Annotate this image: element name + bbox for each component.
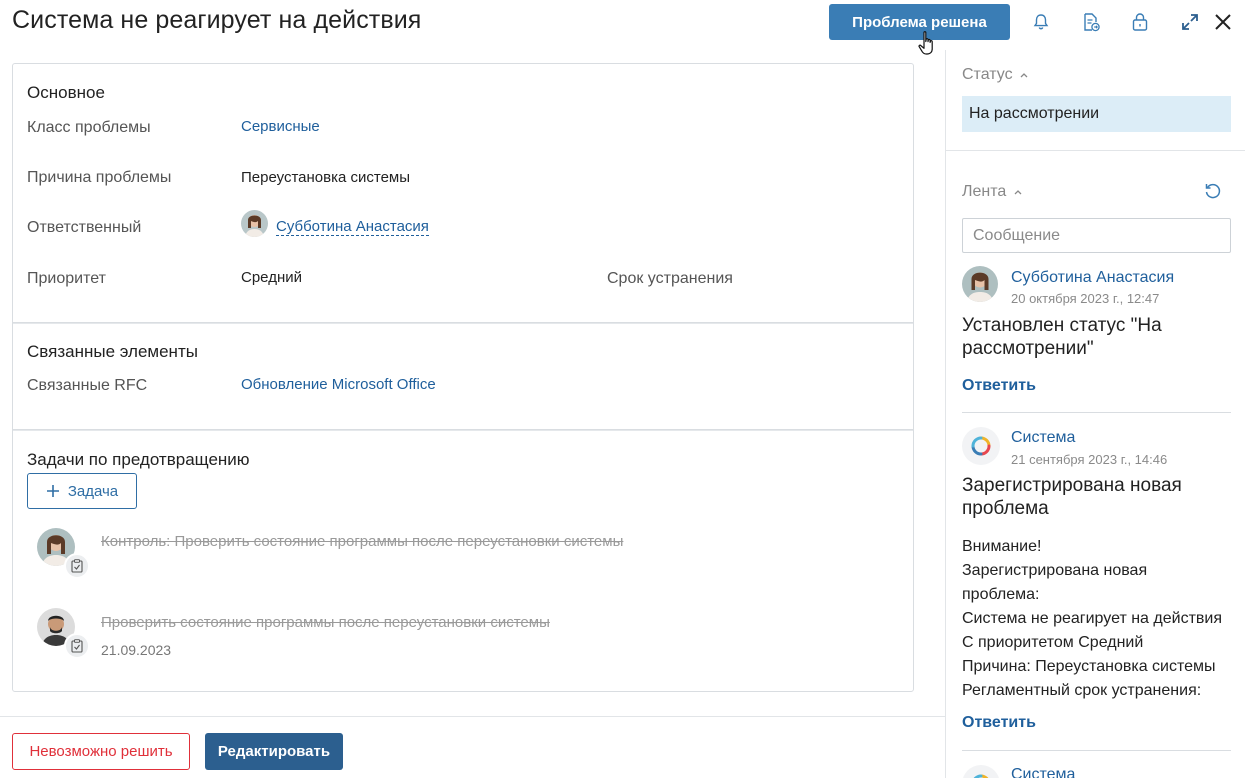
reply-button[interactable]: Ответить [962, 714, 1036, 732]
message-input[interactable] [962, 218, 1231, 253]
chevron-up-icon [1014, 190, 1022, 195]
feed-author-link[interactable]: Субботина Анастасия [1011, 269, 1174, 287]
page-title: Система не реагирует на действия [12, 6, 422, 34]
feed-body-line: Внимание! [962, 538, 1042, 555]
export-document-icon[interactable] [1080, 11, 1102, 33]
expand-icon[interactable] [1179, 11, 1201, 33]
clipboard-check-icon [71, 559, 83, 573]
priority-value: Средний [241, 269, 302, 286]
feed-body-line: Регламентный срок устранения: [962, 682, 1202, 699]
avatar [241, 210, 268, 237]
feed-title: Зарегистрирована новая проблема [962, 475, 1182, 519]
feed-body-line: проблема: [962, 586, 1040, 603]
feed-timestamp: 21 сентября 2023 г., 14:46 [1011, 452, 1168, 467]
refresh-icon[interactable] [1203, 181, 1223, 201]
task-title-link[interactable]: Контроль: Проверить состояние программы … [101, 533, 623, 550]
cannot-solve-button[interactable]: Невозможно решить [12, 733, 190, 770]
feed-heading-label: Лента [962, 183, 1007, 200]
chevron-up-icon [1020, 73, 1028, 78]
bell-icon[interactable] [1030, 11, 1052, 33]
feed-author-link[interactable]: Система [1011, 766, 1075, 778]
problem-details-panel: Основное Класс проблемы Сервисные Причин… [12, 63, 914, 692]
edit-button[interactable]: Редактировать [205, 733, 343, 770]
prevention-section-title: Задачи по предотвращению [27, 450, 250, 469]
feed-timestamp: 20 октября 2023 г., 12:47 [1011, 291, 1160, 306]
system-logo-icon [962, 427, 1000, 465]
related-section-title: Связанные элементы [27, 342, 198, 361]
responsible-label: Ответственный [27, 219, 142, 236]
status-value[interactable]: На рассмотрении [962, 96, 1231, 132]
clipboard-check-icon [71, 639, 83, 653]
problem-cause-label: Причина проблемы [27, 169, 172, 186]
feed-heading[interactable]: Лента [962, 183, 1023, 201]
prevention-section: Задачи по предотвращению Задача Контроль… [13, 430, 913, 692]
feed-message-body: Внимание! Зарегистрирована новая проблем… [962, 535, 1237, 703]
hand-cursor-icon [918, 30, 938, 56]
feed-title: Установлен статус "На рассмотрении" [962, 315, 1162, 359]
feed-author-link[interactable]: Система [1011, 429, 1075, 447]
add-task-button[interactable]: Задача [27, 473, 137, 509]
related-rfc-link[interactable]: Обновление Microsoft Office [241, 376, 436, 393]
footer-divider [0, 716, 945, 717]
feed-body-line: Причина: Переустановка системы [962, 658, 1216, 675]
feed-body-line: Система не реагирует на действия [962, 610, 1222, 627]
lock-icon[interactable] [1129, 11, 1151, 33]
avatar [962, 266, 998, 302]
related-rfc-label: Связанные RFC [27, 377, 148, 394]
task-date: 21.09.2023 [101, 642, 172, 658]
feed-body-line: Зарегистрирована новая [962, 562, 1148, 579]
problem-page: Система не реагирует на действия Проблем… [0, 0, 1245, 778]
feed-body-line: С приоритетом Средний [962, 634, 1144, 651]
task-title-link[interactable]: Проверить состояние программы после пере… [101, 614, 550, 631]
responsible-link[interactable]: Субботина Анастасия [276, 218, 429, 236]
feed-separator [962, 412, 1231, 413]
system-logo-icon [962, 765, 1000, 778]
status-heading-label: Статус [962, 66, 1013, 83]
status-heading[interactable]: Статус [962, 66, 1029, 84]
add-task-label: Задача [67, 482, 119, 500]
deadline-label: Срок устранения [607, 270, 733, 287]
problem-class-label: Класс проблемы [27, 119, 151, 136]
problem-class-link[interactable]: Сервисные [241, 118, 320, 135]
problem-cause-value: Переустановка системы [241, 169, 411, 186]
close-icon[interactable] [1212, 11, 1234, 33]
basic-section: Основное Класс проблемы Сервисные Причин… [13, 64, 913, 323]
task-badge [64, 633, 90, 659]
task-badge [64, 553, 90, 579]
related-section: Связанные элементы Связанные RFC Обновле… [13, 323, 913, 430]
sidebar-separator [946, 150, 1245, 151]
feed-separator [962, 750, 1231, 751]
reply-button[interactable]: Ответить [962, 377, 1036, 395]
plus-icon [46, 485, 59, 497]
sidebar-divider [945, 50, 946, 778]
priority-label: Приоритет [27, 270, 106, 287]
basic-section-title: Основное [27, 83, 105, 102]
